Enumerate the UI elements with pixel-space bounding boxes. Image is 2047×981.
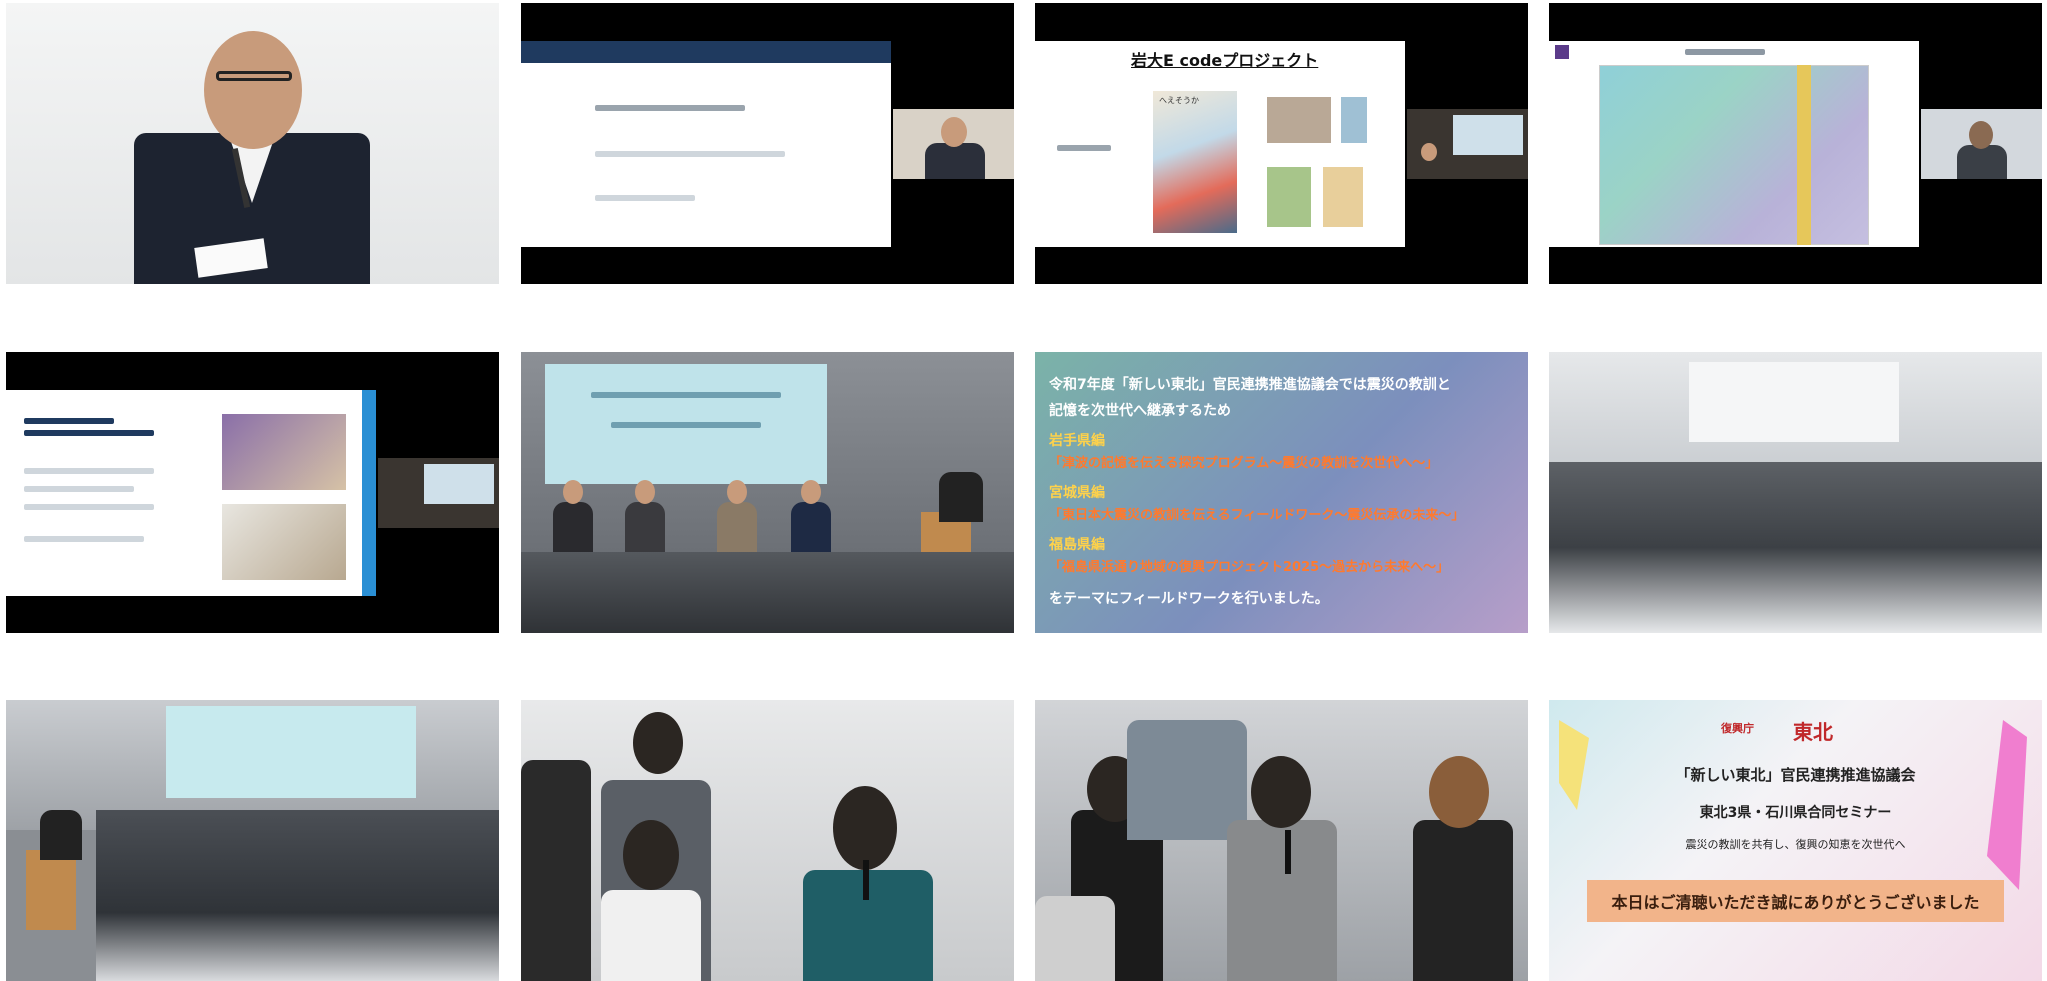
closing-banner: 本日はご清聴いただき誠にありがとうございました <box>1587 880 2004 922</box>
ecode-slide: 岩大E codeプロジェクト へえそうか <box>1035 41 1405 247</box>
project-bullet-3 <box>24 504 154 510</box>
webcam-feed <box>893 109 1014 179</box>
screen-text-2 <box>611 422 761 428</box>
fieldwork-intro-line-1: 令和7年度「新しい東北」官民連携推進協議会では震災の教訓と <box>1049 377 1451 393</box>
photo-panel-discussion <box>521 352 1014 633</box>
background-wall <box>521 700 1014 981</box>
ecode-book-beige <box>1323 167 1363 227</box>
student-back-left <box>521 760 591 981</box>
map-slide <box>1549 41 1919 247</box>
audience <box>521 552 1014 633</box>
project-bullet-1 <box>24 468 154 474</box>
project-photo-2 <box>222 504 346 580</box>
agenda-item-3 <box>595 195 695 201</box>
foreground-person <box>1035 896 1115 981</box>
photo-student-speaking <box>521 700 1014 981</box>
fieldwork-fukushima-title: 「福島県浜通り地域の復興プロジェクト2025～過去から未来へ～」 <box>1049 560 1450 575</box>
webcam-monitor <box>1453 115 1523 155</box>
ecode-side-label <box>1057 145 1111 151</box>
fieldwork-iwate-label: 岩手県編 <box>1049 433 1105 449</box>
screenshot-project-slide <box>6 352 499 633</box>
audience-rows <box>1549 462 2042 633</box>
projection-screen <box>166 706 416 798</box>
ecode-photo-2 <box>1341 97 1367 143</box>
photo-students-seated <box>1035 700 1528 981</box>
coast-line <box>1797 65 1811 245</box>
student-4 <box>1413 820 1513 981</box>
moderator <box>939 472 983 522</box>
audience-rows <box>96 810 499 981</box>
webcam-feed <box>1407 109 1528 179</box>
speaker-head <box>204 31 302 149</box>
fieldwork-miyagi-title: 「東日本大震災の教訓を伝えるフィールドワーク～震災伝承の未来～」 <box>1049 508 1465 523</box>
student-3 <box>1227 820 1337 981</box>
logo-tohoku: 東北 <box>1793 720 1833 744</box>
webcam-feed <box>1921 109 2042 179</box>
logo-reconstruction: 復興庁 <box>1721 722 1754 735</box>
panelist-1-head <box>563 480 583 504</box>
slide-logo <box>1555 45 1569 59</box>
microphone <box>1285 830 1291 874</box>
slide-closing-thanks: 復興庁 東北 「新しい東北」官民連携推進協議会 東北3県・石川県合同セミナー 震… <box>1549 700 2042 981</box>
agenda-item-1 <box>595 105 745 111</box>
webcam-feed <box>378 458 499 528</box>
panelist-2-head <box>635 480 655 504</box>
webcam-monitor <box>424 464 494 504</box>
webcam-person-body <box>925 143 985 179</box>
fieldwork-miyagi-label: 宮城県編 <box>1049 485 1105 501</box>
project-bullet-2 <box>24 486 134 492</box>
project-bullet-4 <box>24 536 144 542</box>
project-heading-1 <box>24 418 114 424</box>
map-title <box>1685 49 1765 55</box>
podium <box>26 850 76 930</box>
student-front-left-head <box>623 820 679 890</box>
ecode-title: 岩大E codeプロジェクト <box>1131 51 1319 70</box>
student-2-back <box>1127 720 1247 840</box>
student-3-head <box>1251 756 1311 828</box>
presenter <box>40 810 82 860</box>
hall-screen <box>1689 362 1899 442</box>
closing-tagline: 震災の教訓を共有し、復興の知恵を次世代へ <box>1685 838 1906 851</box>
project-photo-1 <box>222 414 346 490</box>
closing-subtitle: 東北3県・石川県合同セミナー <box>1699 805 1892 821</box>
student-speaker-head <box>833 786 897 870</box>
webcam-person-head <box>1969 121 1993 149</box>
map-region <box>1599 65 1869 245</box>
slide-fieldwork-summary: 令和7年度「新しい東北」官民連携推進協議会では震災の教訓と 記憶を次世代へ継承す… <box>1035 352 1528 633</box>
fieldwork-intro-line-2: 記憶を次世代へ継承するため <box>1049 403 1231 419</box>
photo-audience-hall <box>1549 352 2042 633</box>
book-cover <box>1153 91 1237 233</box>
photo-audience-screen <box>6 700 499 981</box>
screen-text-1 <box>591 392 781 398</box>
slide-accent-bar <box>362 390 376 596</box>
panelist-4-head <box>801 480 821 504</box>
screenshot-ecode-slide: 岩大E codeプロジェクト へえそうか <box>1035 3 1528 284</box>
ecode-book-green <box>1267 167 1311 227</box>
screenshot-agenda-slide <box>521 3 1014 284</box>
closing-title: 「新しい東北」官民連携推進協議会 <box>1675 766 1916 784</box>
book-label: へえそうか <box>1159 96 1199 105</box>
student-back-center-head <box>633 712 683 774</box>
webcam-person-body <box>1957 145 2007 179</box>
slide-header <box>521 41 891 63</box>
microphone <box>863 860 869 900</box>
glasses <box>216 71 292 81</box>
fieldwork-fukushima-label: 福島県編 <box>1049 537 1105 553</box>
project-heading-2 <box>24 430 154 436</box>
student-4-head <box>1429 756 1489 828</box>
agenda-slide <box>521 41 891 247</box>
student-front-left <box>601 890 701 981</box>
webcam-person-head <box>941 117 967 147</box>
screenshot-map-slide <box>1549 3 2042 284</box>
fieldwork-closing-line: をテーマにフィールドワークを行いました。 <box>1049 591 1329 607</box>
ecode-photo-1 <box>1267 97 1331 143</box>
webcam-person-head <box>1421 143 1437 161</box>
project-slide <box>6 390 376 596</box>
fieldwork-iwate-title: 「津波の記憶を伝える探究プログラム～震災の教訓を次世代へ～」 <box>1049 456 1439 471</box>
panelist-3-head <box>727 480 747 504</box>
photo-speaker-podium <box>6 3 499 284</box>
agenda-item-2 <box>595 151 785 157</box>
